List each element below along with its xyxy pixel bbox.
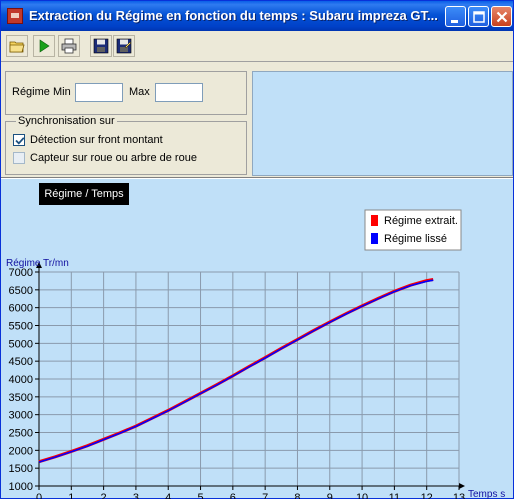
front-montant-checkbox[interactable] — [13, 134, 25, 146]
app-icon[interactable] — [7, 8, 23, 24]
chart-series — [38, 278, 434, 464]
x-tick-label: 8 — [294, 492, 300, 499]
x-tick-label: 3 — [133, 492, 139, 499]
y-tick-label: 5500 — [9, 321, 33, 333]
legend-swatch — [371, 233, 378, 244]
x-tick-label: 13 — [453, 492, 465, 499]
x-tick-label: 12 — [421, 492, 433, 499]
play-icon — [39, 39, 50, 53]
minimize-button[interactable] — [445, 6, 466, 27]
print-icon — [61, 38, 77, 54]
parameters-panel: Régime Min Max Synchronisation sur Détec… — [5, 71, 249, 175]
capteur-roue-checkbox[interactable] — [13, 152, 25, 164]
toolbar — [1, 31, 513, 62]
x-tick-label: 1 — [68, 492, 74, 499]
series-line-1 — [38, 278, 434, 464]
chart-axes — [35, 262, 465, 490]
y-tick-label: 4500 — [9, 356, 33, 368]
regime-min-label: Régime Min — [12, 86, 71, 98]
y-tick-label: 6000 — [9, 303, 33, 315]
x-tick-label: 5 — [197, 492, 203, 499]
print-button[interactable] — [58, 35, 80, 57]
y-tick-label: 2500 — [9, 428, 33, 440]
play-button[interactable] — [33, 35, 55, 57]
x-tick-label: 11 — [389, 492, 400, 499]
chart-tick-labels: 0 1 2 3 4 5 6 7 8 9 10 11 12 131000150020002500300035… — [9, 267, 466, 499]
regime-min-input[interactable] — [75, 83, 123, 102]
synchronisation-group: Synchronisation sur Détection sur front … — [5, 115, 247, 175]
info-panel — [252, 71, 513, 176]
close-button[interactable] — [491, 6, 512, 27]
minimize-icon — [451, 20, 458, 23]
x-axis-label: Temps s — [468, 489, 505, 499]
x-tick-label: 0 — [36, 492, 42, 499]
x-tick-label: 6 — [230, 492, 236, 499]
save-as-icon — [116, 38, 132, 54]
chart-legend: Régime extrait. Régime lissé — [364, 209, 462, 251]
y-tick-label: 6500 — [9, 285, 33, 297]
y-tick-label: 1500 — [9, 463, 33, 475]
x-tick-label: 2 — [101, 492, 107, 499]
x-tick-label: 9 — [327, 492, 333, 499]
regime-range-box: Régime Min Max — [5, 71, 247, 115]
y-tick-label: 1000 — [9, 481, 33, 493]
regime-time-chart: 0 1 2 3 4 5 6 7 8 9 10 11 12 131000150020002500300035… — [6, 209, 505, 499]
regime-max-input[interactable] — [155, 83, 203, 102]
legend-swatch — [371, 215, 378, 226]
capteur-roue-label: Capteur sur roue ou arbre de roue — [30, 152, 197, 164]
legend-label: Régime lissé — [384, 233, 447, 245]
y-tick-label: 4000 — [9, 374, 33, 386]
maximize-button[interactable] — [468, 6, 489, 27]
save-button[interactable] — [90, 35, 112, 57]
maximize-icon — [473, 11, 485, 23]
open-button[interactable] — [6, 35, 28, 57]
synchronisation-group-title: Synchronisation sur — [16, 115, 117, 127]
close-icon — [496, 11, 508, 23]
checkmark-icon — [15, 137, 25, 145]
window-title: Extraction du Régime en fonction du temp… — [29, 8, 438, 23]
regime-max-label: Max — [129, 86, 150, 98]
save-icon — [93, 38, 109, 54]
x-tick-label: 4 — [165, 492, 171, 499]
y-axis-label: Régime Tr/mn — [6, 258, 69, 269]
x-axis-arrow — [459, 483, 465, 489]
y-tick-label: 5000 — [9, 338, 33, 350]
application-window: Extraction du Régime en fonction du temp… — [0, 0, 514, 499]
chart-grid — [39, 271, 460, 486]
x-tick-label: 10 — [356, 492, 368, 499]
x-tick-label: 7 — [262, 492, 268, 499]
y-tick-label: 2000 — [9, 445, 33, 457]
open-folder-icon — [9, 41, 25, 53]
title-bar[interactable]: Extraction du Régime en fonction du temp… — [1, 1, 513, 31]
save-as-button[interactable] — [113, 35, 135, 57]
legend-label: Régime extrait. — [384, 215, 458, 227]
y-tick-label: 3500 — [9, 392, 33, 404]
front-montant-label: Détection sur front montant — [30, 134, 163, 146]
y-tick-label: 3000 — [9, 410, 33, 422]
